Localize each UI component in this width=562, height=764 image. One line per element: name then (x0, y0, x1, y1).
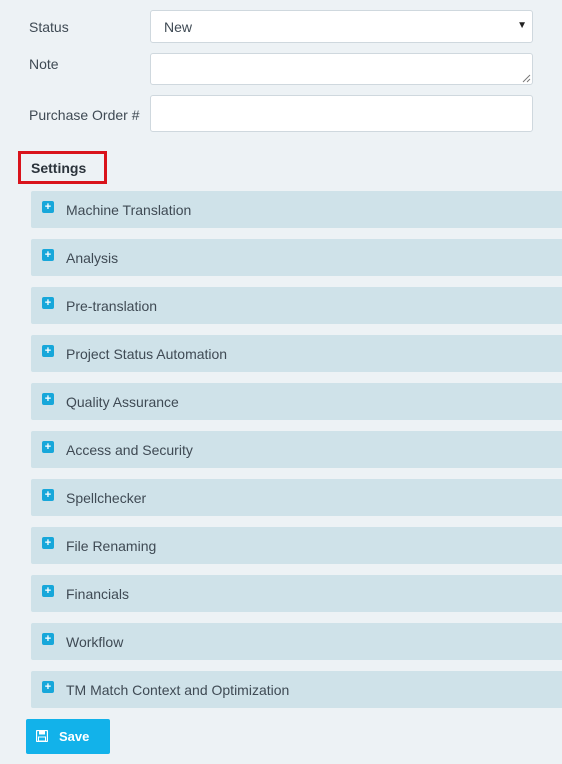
plus-square-icon: + (42, 585, 54, 597)
status-select[interactable]: New ▼ (150, 10, 533, 43)
note-label: Note (29, 56, 59, 72)
settings-heading: Settings (18, 151, 107, 184)
section-label: Financials (66, 586, 130, 602)
section-project-status-automation[interactable]: + Project Status Automation (31, 335, 562, 372)
section-spellchecker[interactable]: + Spellchecker (31, 479, 562, 516)
floppy-disk-icon (36, 730, 48, 742)
section-label: Spellchecker (66, 490, 147, 506)
section-financials[interactable]: + Financials (31, 575, 562, 612)
section-quality-assurance[interactable]: + Quality Assurance (31, 383, 562, 420)
section-label: TM Match Context and Optimization (66, 682, 290, 698)
plus-square-icon: + (42, 489, 54, 501)
status-select-value: New (164, 19, 193, 35)
section-label: Quality Assurance (66, 394, 179, 410)
plus-square-icon: + (42, 633, 54, 645)
section-pre-translation[interactable]: + Pre-translation (31, 287, 562, 324)
status-label: Status (29, 19, 69, 35)
plus-square-icon: + (42, 201, 54, 213)
section-tm-match-context[interactable]: + TM Match Context and Optimization (31, 671, 562, 708)
note-textarea[interactable] (150, 53, 533, 85)
plus-square-icon: + (42, 537, 54, 549)
plus-square-icon: + (42, 441, 54, 453)
section-analysis[interactable]: + Analysis (31, 239, 562, 276)
section-access-and-security[interactable]: + Access and Security (31, 431, 562, 468)
resize-grip-icon[interactable] (521, 73, 531, 83)
settings-heading-text: Settings (31, 160, 87, 176)
section-label: Access and Security (66, 442, 193, 458)
section-file-renaming[interactable]: + File Renaming (31, 527, 562, 564)
purchase-order-input[interactable] (150, 95, 533, 132)
settings-accordion: + Machine Translation + Analysis + Pre-t… (31, 191, 562, 719)
caret-down-icon: ▼ (517, 20, 527, 31)
plus-square-icon: + (42, 393, 54, 405)
plus-square-icon: + (42, 681, 54, 693)
purchase-order-label: Purchase Order # (29, 107, 140, 123)
section-label: Machine Translation (66, 202, 192, 218)
section-label: Workflow (66, 634, 124, 650)
plus-square-icon: + (42, 345, 54, 357)
plus-square-icon: + (42, 249, 54, 261)
section-label: Analysis (66, 250, 119, 266)
save-button[interactable]: Save (26, 719, 110, 754)
section-label: Pre-translation (66, 298, 158, 314)
section-machine-translation[interactable]: + Machine Translation (31, 191, 562, 228)
section-workflow[interactable]: + Workflow (31, 623, 562, 660)
section-label: Project Status Automation (66, 346, 228, 362)
save-button-label: Save (59, 729, 90, 744)
section-label: File Renaming (66, 538, 157, 554)
plus-square-icon: + (42, 297, 54, 309)
